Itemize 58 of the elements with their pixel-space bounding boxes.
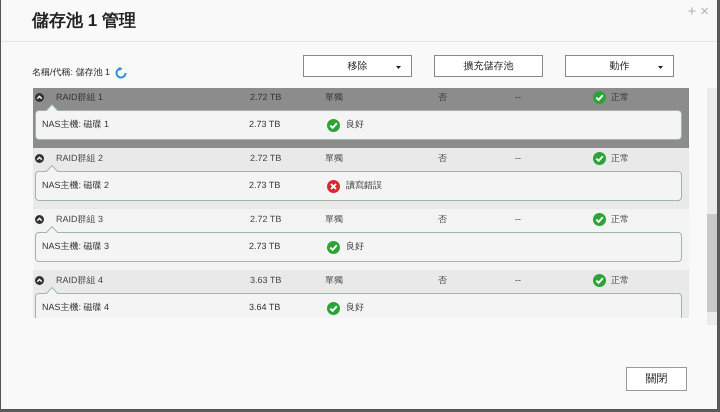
capacity-cell-text: 2.73 TB [249,240,282,254]
disk-name: NAS主機: 磁碟 2 [42,179,110,192]
capacity-cell-text: 2.73 TB [249,118,282,132]
disk-name: NAS主機: 磁碟 3 [42,240,110,254]
dropdown-button[interactable]: 動作 [565,55,674,77]
collapse-icon[interactable] [35,93,44,102]
disk-name: NAS主機: 磁碟 4 [42,301,110,314]
dialog-title: 儲存池 1 管理 [32,10,136,32]
table-cell-text: -- [515,152,522,165]
table-cell-text: -- [515,274,522,287]
table-cell-text: -- [515,212,522,226]
status-text: 讀寫錯誤 [346,179,382,192]
disk-name: NAS主機: 磁碟 1 [42,118,110,132]
status-text: 良好 [346,301,364,314]
capacity-cell-text: 2.72 TB [250,212,282,226]
toolbar-button[interactable]: 擴充儲存池 [434,55,543,77]
status-text: 正常 [611,274,629,287]
table-cell-text: 否 [438,212,448,226]
type-cell-text: 單獨 [325,212,344,226]
status-text: 良好 [346,240,364,254]
caret-icon [396,66,401,69]
type-cell-text: 單獨 [325,152,344,165]
close-button[interactable]: 關閉 [626,367,687,391]
raid-group-row[interactable]: RAID群組 2 2.72 TB 單獨 否 -- 正常 NAS主機: 磁碟 2 2.73 TB 讀寫錯誤 [33,148,689,209]
group-name: RAID群組 4 [56,274,104,287]
type-cell-text: 單獨 [325,90,344,104]
table-cell-text: 否 [438,152,448,165]
collapse-icon[interactable] [35,154,44,163]
table-cell-text: -- [515,90,522,104]
raid-group-row[interactable]: RAID群組 4 3.63 TB 單獨 否 -- 正常 NAS主機: 磁碟 4 3.64 TB 良好 [33,270,689,318]
dropdown-button[interactable]: 移除 [303,55,412,77]
table-cell-text: 否 [438,274,448,287]
group-name: RAID群組 1 [56,90,104,104]
capacity-cell-text: 2.72 TB [250,90,282,104]
group-name: RAID群組 3 [56,212,104,226]
capacity-cell-text: 2.72 TB [250,152,282,165]
group-name: RAID群組 2 [56,152,104,165]
raid-group-row[interactable]: RAID群組 3 2.72 TB 單獨 否 -- 正常 NAS主機: 磁碟 3 2.73 TB 良好 [33,209,689,270]
capacity-cell-text: 3.64 TB [249,301,282,314]
caret-icon [658,66,663,69]
pointer-icon [46,104,58,111]
collapse-icon[interactable] [35,276,44,285]
type-cell-text: 單獨 [325,274,344,287]
raid-group-row[interactable]: RAID群組 1 2.72 TB 單獨 否 -- 正常 NAS主機: 磁碟 1 2.73 TB 良好 [33,88,689,148]
capacity-cell-text: 3.63 TB [250,274,282,287]
scrollbar-thumb[interactable] [707,214,717,312]
status-text: 正常 [611,90,629,104]
table-cell-text: 否 [438,90,448,104]
status-text: 良好 [346,118,364,132]
collapse-icon[interactable] [35,215,44,224]
status-text: 正常 [611,212,629,226]
pool-name-label: 名稱/代稱: 儲存池 1 [32,66,110,80]
capacity-cell-text: 2.73 TB [249,179,282,192]
pointer-icon [46,226,58,233]
pointer-icon [46,287,58,294]
status-text: 正常 [611,152,629,165]
refresh-icon[interactable] [115,67,128,79]
pointer-icon [46,165,58,172]
